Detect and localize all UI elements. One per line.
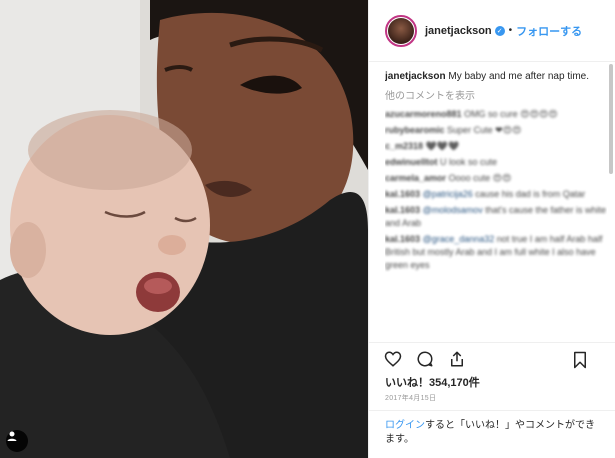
comment-username[interactable]: carmela_amor: [385, 173, 446, 183]
comment-mention[interactable]: @patricija26: [423, 189, 473, 199]
bookmark-icon[interactable]: [570, 350, 590, 370]
comment-text: Oooo cute 😍😍: [448, 173, 512, 183]
comment: rubybearomic Super Cute ❤😍😍: [385, 124, 607, 137]
post-actions: [369, 342, 615, 374]
comment: edwinuelltot U look so cute: [385, 156, 607, 169]
avatar[interactable]: [385, 14, 417, 47]
comments-scrollbar[interactable]: [609, 64, 613, 174]
share-icon[interactable]: [447, 349, 467, 369]
post-sidebar: janetjackson ✓ • フォローする janetjackson My …: [368, 0, 615, 458]
comments-list: janetjackson My baby and me after nap ti…: [385, 70, 607, 338]
comment-username[interactable]: kal.1603: [385, 205, 420, 215]
comment-text: U look so cute: [440, 157, 498, 167]
follow-button[interactable]: フォローする: [516, 23, 582, 39]
comment-username[interactable]: c_m2318: [385, 141, 423, 151]
likes-count[interactable]: いいね！354,170件: [385, 374, 480, 390]
comment-text: cause his dad is from Qatar: [475, 189, 586, 199]
comment: kal.1603 @molodsamov that's cause the fa…: [385, 204, 607, 230]
caption-text: My baby and me after nap time.: [448, 71, 589, 82]
username-link[interactable]: janetjackson: [425, 25, 492, 37]
comment: kal.1603 @patricija26 cause his dad is f…: [385, 188, 607, 201]
view-more-comments-link[interactable]: 他のコメントを表示: [385, 90, 607, 104]
post-photo[interactable]: [0, 0, 368, 458]
comment: kal.1603 @grace_danna32 not true I am ha…: [385, 233, 607, 272]
separator-dot: •: [508, 25, 513, 36]
comment-username[interactable]: edwinuelltot: [385, 157, 438, 167]
comment-username[interactable]: azucarmoreno881: [385, 109, 462, 119]
comment-mention[interactable]: @grace_danna32: [423, 234, 495, 244]
photo-illustration: [0, 0, 368, 458]
verified-badge-icon: ✓: [494, 25, 505, 36]
comment-icon[interactable]: [415, 349, 435, 369]
comment-username[interactable]: kal.1603: [385, 189, 420, 199]
comment-text: 🖤🖤🖤: [425, 141, 460, 151]
comment-text: Super Cute ❤😍😍: [447, 125, 522, 135]
comment: azucarmoreno881 OMG so cure 😍😍😍😍: [385, 108, 607, 121]
comment-mention[interactable]: @molodsamov: [423, 205, 483, 215]
post-date: 2017年4月15日: [385, 395, 437, 402]
post-header: janetjackson ✓ • フォローする: [369, 0, 615, 62]
login-link[interactable]: ログイン: [385, 420, 425, 431]
comment: carmela_amor Oooo cute 😍😍: [385, 172, 607, 185]
comment: c_m2318 🖤🖤🖤: [385, 140, 607, 153]
login-prompt: ログインすると「いいね！」やコメントができます。: [369, 410, 615, 458]
heart-icon[interactable]: [383, 349, 403, 369]
user-tag-icon[interactable]: [6, 430, 28, 452]
comment-username[interactable]: kal.1603: [385, 234, 420, 244]
caption-username[interactable]: janetjackson: [385, 71, 446, 82]
comment-text: OMG so cure 😍😍😍😍: [464, 109, 558, 119]
post-caption: janetjackson My baby and me after nap ti…: [385, 70, 607, 84]
comment-username[interactable]: rubybearomic: [385, 125, 445, 135]
